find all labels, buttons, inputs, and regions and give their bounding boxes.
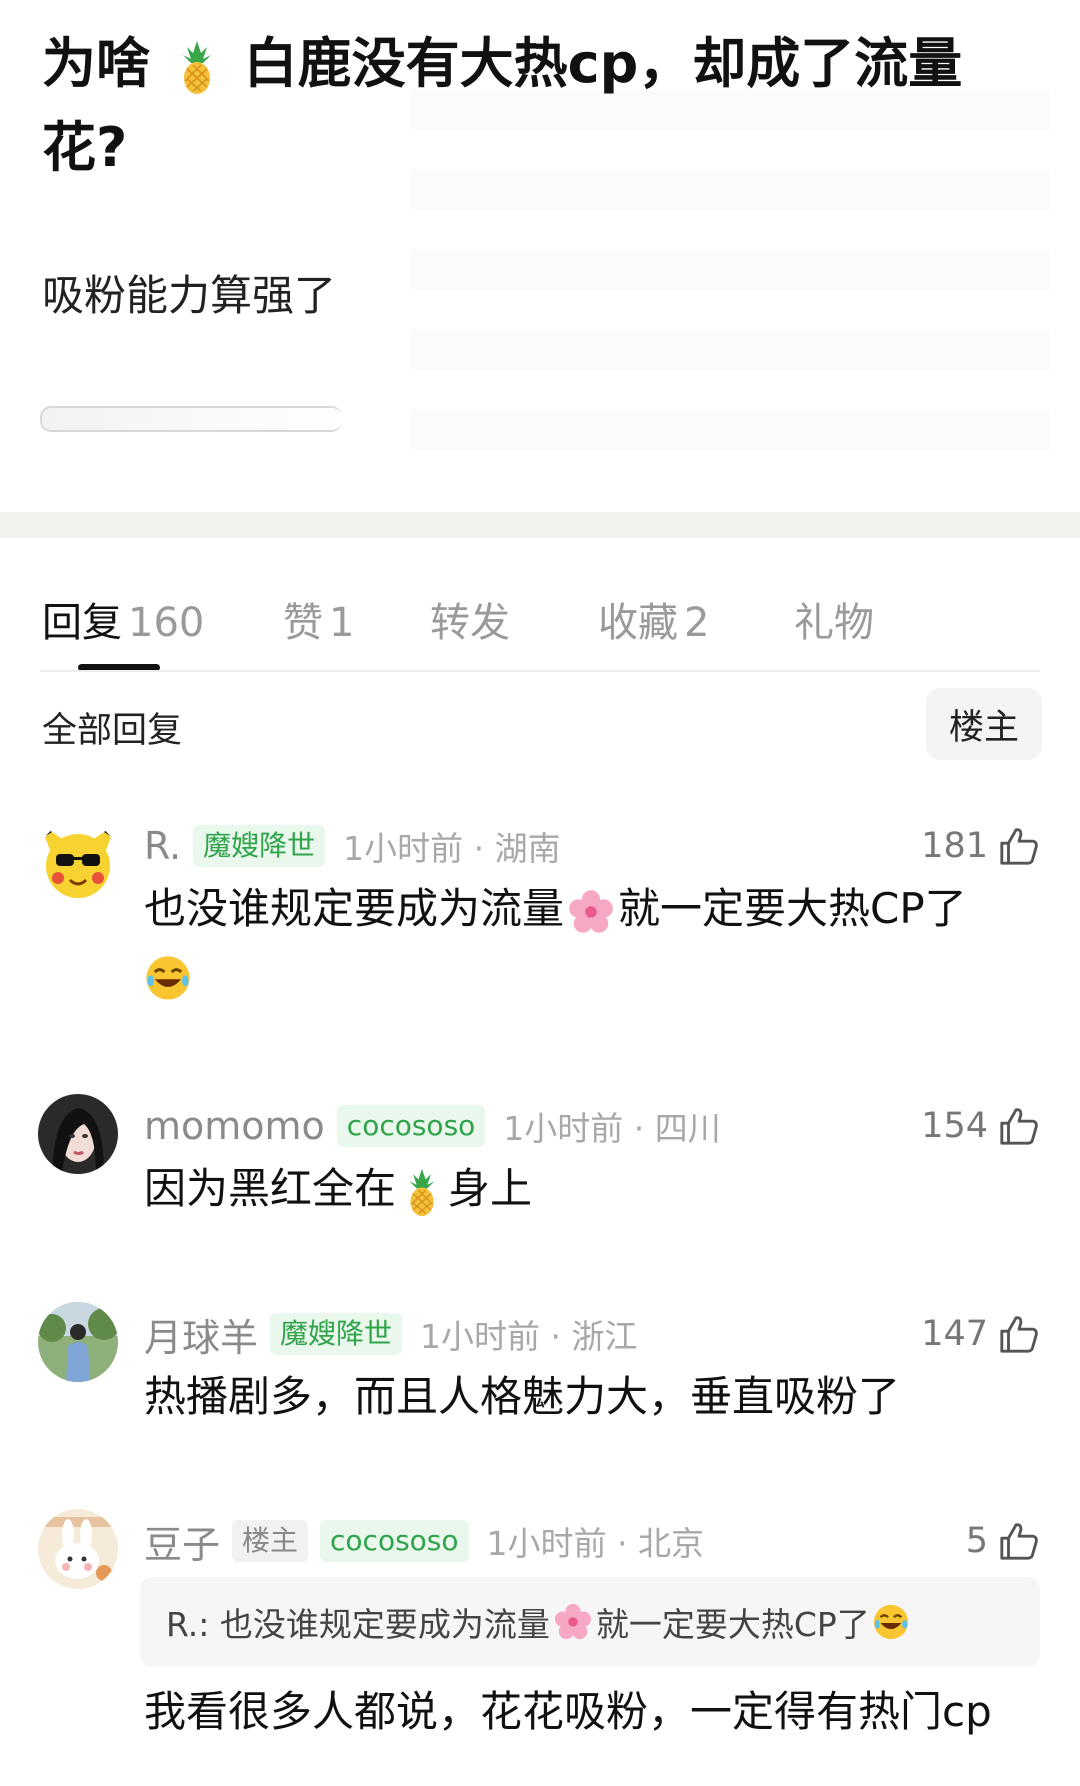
comment-meta: 月球羊 魔嫂降世 1小时前 · 浙江 [144, 1308, 638, 1360]
comment-item: 月球羊 魔嫂降世 1小时前 · 浙江 147 热播剧多，而且人格魅力大，垂直吸粉… [0, 1302, 1080, 1448]
person-outdoor-avatar-icon [38, 1302, 118, 1382]
comment-text-part-1: 也没谁规定要成为流量 [144, 884, 565, 933]
quoted-text-part-1: R.: 也没谁规定要成为流量 [166, 1605, 550, 1644]
timestamp-location: 1小时前 · 北京 [486, 1524, 704, 1563]
fan-badge: cocososo [320, 1520, 469, 1562]
post-title-part-1: 为啥 [42, 32, 150, 95]
comment-text-part-2: 就一定要大热CP了 [618, 884, 967, 933]
pikachu-avatar-icon [38, 820, 118, 900]
pineapple-emoji-icon [404, 1167, 440, 1217]
tab-bar: 回复 160 赞1 转发 收藏 2 礼物 [0, 580, 1080, 676]
tab-gifts-label: 礼物 [794, 600, 874, 646]
tab-replies-label: 回复 [42, 600, 122, 646]
post-card: 为啥 白鹿没有大热cp，却成了流量 花? 吸粉能力算强了 [0, 0, 1080, 512]
tab-replies[interactable]: 回复 160 [42, 590, 204, 648]
avatar[interactable] [38, 1302, 118, 1382]
thumbs-up-icon [998, 1105, 1040, 1147]
blurred-content-line [40, 406, 342, 432]
post-body: 吸粉能力算强了 [42, 271, 337, 320]
thumbs-up-icon [998, 1313, 1040, 1355]
username[interactable]: 月球羊 [144, 1307, 258, 1362]
bunny-avatar-icon [38, 1509, 118, 1589]
person-avatar-icon [38, 1094, 118, 1174]
all-replies-filter[interactable]: 全部回复 [42, 702, 182, 753]
tab-likes-count: 1 [329, 600, 355, 646]
thumbs-up-icon [998, 825, 1040, 867]
username[interactable]: momomo [144, 1104, 325, 1148]
host-badge: 楼主 [232, 1520, 309, 1562]
comment-text: 因为黑红全在 身上 [144, 1156, 1044, 1222]
tears-of-joy-emoji-icon [144, 954, 192, 1002]
tab-favorites-label: 收藏 [598, 600, 678, 646]
cherry-blossom-emoji-icon [554, 1603, 592, 1641]
tab-likes-label: 赞 [283, 600, 323, 646]
quoted-reply[interactable]: R.: 也没谁规定要成为流量 就一定要大热CP了 [140, 1577, 1040, 1667]
avatar[interactable] [38, 820, 118, 900]
post-title: 为啥 白鹿没有大热cp，却成了流量 花? [42, 22, 1042, 190]
tab-shares[interactable]: 转发 [430, 590, 510, 648]
tab-shares-label: 转发 [430, 600, 510, 646]
fan-badge: 魔嫂降世 [193, 825, 326, 867]
avatar[interactable] [38, 1094, 118, 1174]
like-button[interactable]: 5 [966, 1515, 1040, 1567]
comment-item: momomo cocososo 1小时前 · 四川 154 因为黑红全在 身上 [0, 1094, 1080, 1240]
comment-text-part-1: 因为黑红全在 [144, 1164, 397, 1213]
host-only-button[interactable]: 楼主 [926, 688, 1042, 760]
comment-meta: momomo cocososo 1小时前 · 四川 [144, 1100, 721, 1152]
like-count: 154 [921, 1106, 988, 1146]
comment-item: R. 魔嫂降世 1小时前 · 湖南 181 也没谁规定要成为流量 就一定要大热CP… [0, 820, 1080, 1020]
like-count: 147 [921, 1314, 988, 1354]
pineapple-emoji-icon [177, 39, 217, 95]
comment-text: 热播剧多，而且人格魅力大，垂直吸粉了 [144, 1372, 901, 1421]
username[interactable]: 豆子 [144, 1514, 220, 1569]
comment-item: 豆子 楼主 cocososo 1小时前 · 北京 5 R.: 也没谁规定要成为流… [0, 1509, 1080, 1775]
comment-text-part-2: 身上 [448, 1164, 533, 1213]
fan-badge: cocososo [336, 1105, 486, 1147]
post-title-part-3: 花? [42, 116, 128, 179]
comment-meta: 豆子 楼主 cocososo 1小时前 · 北京 [144, 1515, 704, 1567]
timestamp-location: 1小时前 · 浙江 [420, 1317, 638, 1356]
thumbs-up-icon [998, 1520, 1040, 1562]
timestamp-location: 1小时前 · 湖南 [343, 829, 561, 868]
like-button[interactable]: 154 [921, 1100, 1040, 1152]
tab-likes[interactable]: 赞1 [283, 590, 354, 648]
cherry-blossom-emoji-icon [568, 889, 614, 935]
like-count: 181 [921, 826, 988, 866]
fan-badge: 魔嫂降世 [270, 1313, 403, 1355]
comment-meta: R. 魔嫂降世 1小时前 · 湖南 [144, 820, 561, 872]
section-divider [0, 512, 1080, 538]
like-button[interactable]: 147 [921, 1308, 1040, 1360]
quoted-text-part-2: 就一定要大热CP了 [595, 1605, 870, 1644]
tears-of-joy-emoji-icon [872, 1603, 910, 1641]
tabs-divider [40, 670, 1040, 672]
like-count: 5 [965, 1521, 988, 1561]
comment-text: 我看很多人都说，花花吸粉，一定得有热门cp [144, 1687, 992, 1736]
post-title-part-2: 白鹿没有大热cp，却成了流量 [243, 32, 963, 95]
tab-gifts[interactable]: 礼物 [794, 590, 874, 648]
avatar[interactable] [38, 1509, 118, 1589]
tab-replies-count: 160 [128, 600, 205, 646]
tab-favorites[interactable]: 收藏 2 [598, 590, 709, 648]
tab-favorites-count: 2 [684, 600, 710, 646]
comment-text: 也没谁规定要成为流量 就一定要大热CP了 [144, 876, 1044, 1008]
timestamp-location: 1小时前 · 四川 [503, 1109, 721, 1148]
username[interactable]: R. [144, 824, 181, 868]
like-button[interactable]: 181 [921, 820, 1040, 872]
